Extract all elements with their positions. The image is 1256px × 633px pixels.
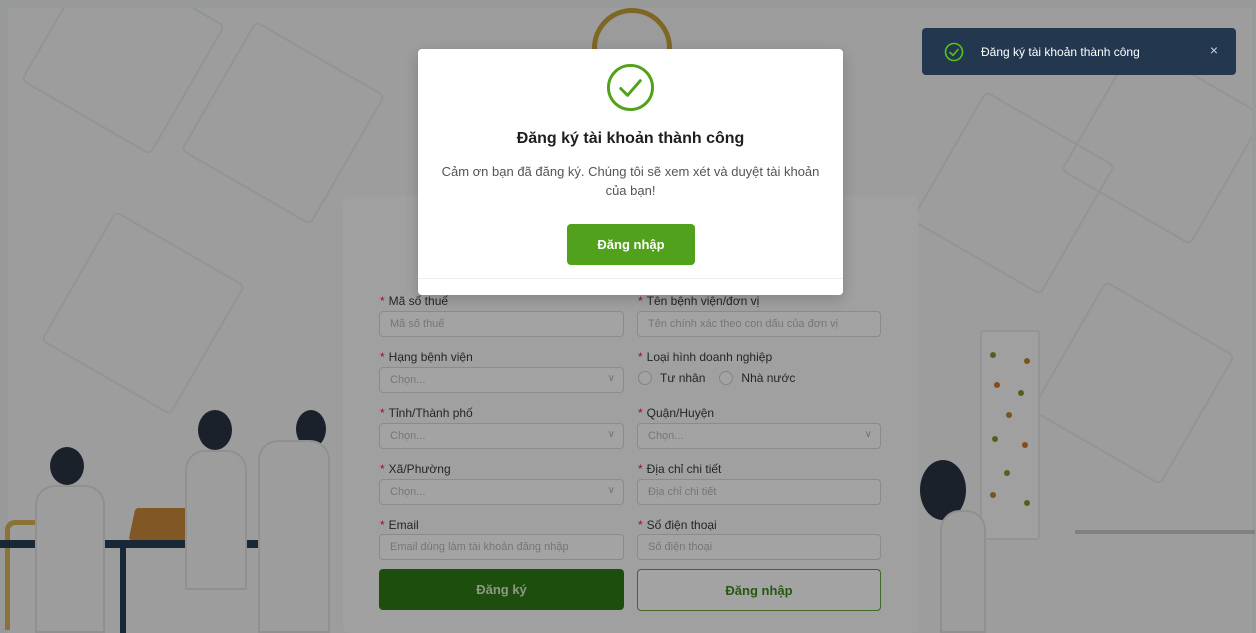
success-toast: Đăng ký tài khoản thành công × — [922, 28, 1236, 75]
modal-login-button[interactable]: Đăng nhập — [567, 224, 695, 265]
close-icon[interactable]: × — [1210, 42, 1218, 58]
modal-title: Đăng ký tài khoản thành công — [516, 130, 745, 147]
success-modal: Đăng ký tài khoản thành công Cảm ơn bạn … — [418, 49, 843, 295]
modal-divider — [418, 278, 843, 279]
modal-message: Cảm ơn bạn đã đăng ký. Chúng tôi sẽ xem … — [441, 164, 820, 198]
toast-message: Đăng ký tài khoản thành công — [981, 45, 1140, 59]
success-check-icon — [606, 63, 655, 112]
check-circle-icon — [944, 42, 964, 62]
